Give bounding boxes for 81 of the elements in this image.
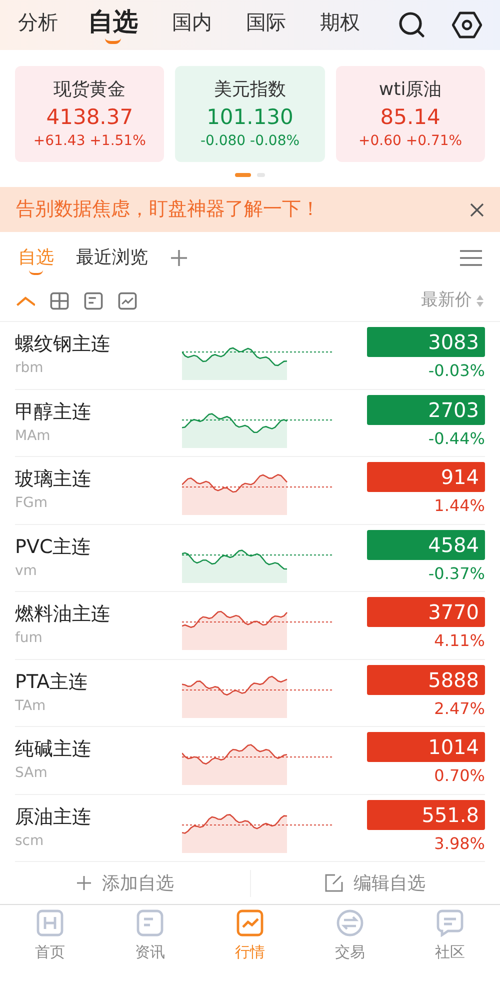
add-icon <box>76 875 92 891</box>
price-badge: 5888 <box>367 664 485 695</box>
card-price: 4138.37 <box>46 104 134 131</box>
contract-name: 原油主连 <box>15 804 92 830</box>
quote-row[interactable]: PTA主连 TAm 5888 2.47% <box>15 660 485 727</box>
banner-text: 告别数据焦虑，盯盘神器了解一下！ <box>16 197 321 222</box>
chart-icon <box>236 909 264 937</box>
edit-watchlist-button[interactable]: 编辑自选 <box>325 870 426 896</box>
card-price: 85.14 <box>380 104 440 131</box>
nav-tab[interactable]: 社区 <box>400 907 500 993</box>
contract-code: scm <box>15 832 45 851</box>
contract-code: MAm <box>15 426 52 446</box>
contract-name: 燃料油主连 <box>15 602 111 628</box>
contract-name: 纯碱主连 <box>15 737 92 762</box>
price-badge: 2703 <box>367 394 485 425</box>
sort-icon <box>476 294 484 308</box>
nav-tab[interactable]: 资讯 <box>100 907 200 993</box>
card-change: +61.43 +1.51% <box>33 132 146 150</box>
quote-card[interactable]: 美元指数 101.130 -0.080 -0.08% <box>175 66 325 162</box>
card-change: -0.080 -0.08% <box>200 132 300 150</box>
search-icon[interactable] <box>398 11 426 39</box>
quote-row[interactable]: 原油主连 scm 551.8 3.98% <box>15 794 485 862</box>
quote-card[interactable]: 现货黄金 4138.37 +61.43 +1.51% <box>15 66 164 162</box>
top-tab[interactable]: 期权 <box>320 0 360 50</box>
top-tab[interactable]: 分析 <box>18 0 58 50</box>
contract-code: vm <box>15 562 38 581</box>
change-percent: 2.47% <box>434 698 485 720</box>
top-tab[interactable]: 国际 <box>246 0 286 50</box>
contract-code: fum <box>15 629 44 648</box>
exchange-icon <box>336 909 364 937</box>
quote-row[interactable]: 螺纹钢主连 rbm 3083 -0.03% <box>15 322 485 390</box>
add-watchlist-button[interactable]: 添加自选 <box>76 870 174 896</box>
change-percent: 4.11% <box>434 630 485 652</box>
quote-row[interactable]: 玻璃主连 FGm 914 1.44% <box>15 457 485 524</box>
card-title: wti原油 <box>378 78 442 102</box>
top-tab[interactable]: 国内 <box>172 0 212 50</box>
news-icon <box>136 909 164 937</box>
contract-name: PTA主连 <box>15 670 89 695</box>
chat-icon <box>436 909 464 937</box>
top-tab[interactable]: 自选 <box>88 0 138 50</box>
price-badge: 4584 <box>367 530 485 560</box>
contract-name: 玻璃主连 <box>15 467 92 492</box>
nav-tab[interactable]: 首页 <box>0 907 100 993</box>
contract-code: SAm <box>15 764 48 784</box>
grid-view-icon[interactable] <box>50 292 69 310</box>
close-icon[interactable] <box>470 202 484 216</box>
quote-row[interactable]: 纯碱主连 SAm 1014 0.70% <box>15 727 485 794</box>
change-percent: -0.37% <box>428 562 485 585</box>
change-percent: 3.98% <box>434 832 485 855</box>
menu-icon[interactable] <box>460 249 482 267</box>
contract-name: 甲醇主连 <box>15 400 92 425</box>
card-change: +0.60 +0.71% <box>358 132 462 150</box>
price-badge: 914 <box>367 462 485 492</box>
quote-row[interactable]: 甲醇主连 MAm 2703 -0.44% <box>15 390 485 457</box>
home-icon <box>36 909 64 937</box>
price-badge: 551.8 <box>367 800 485 830</box>
contract-code: FGm <box>15 494 49 514</box>
change-percent: -0.03% <box>428 360 485 382</box>
chart-view-icon[interactable] <box>118 292 137 310</box>
nav-tab[interactable]: 交易 <box>300 907 400 993</box>
list-tab[interactable]: 最近浏览 <box>76 241 148 275</box>
contract-code: TAm <box>15 696 47 716</box>
card-price: 101.130 <box>206 104 294 131</box>
price-badge: 3083 <box>367 327 485 358</box>
contract-name: PVC主连 <box>15 534 92 560</box>
contract-name: 螺纹钢主连 <box>15 332 111 358</box>
news-view-icon[interactable] <box>84 292 103 310</box>
contract-code: rbm <box>15 359 44 378</box>
add-icon[interactable] <box>170 249 188 267</box>
edit-icon <box>325 874 344 892</box>
quote-row[interactable]: 燃料油主连 fum 3770 4.11% <box>15 592 485 660</box>
price-badge: 3770 <box>367 597 485 628</box>
change-percent: -0.44% <box>428 428 485 450</box>
change-percent: 1.44% <box>434 495 485 518</box>
settings-icon[interactable] <box>452 11 482 39</box>
card-title: 现货黄金 <box>54 78 126 102</box>
quote-row[interactable]: PVC主连 vm 4584 -0.37% <box>15 524 485 592</box>
price-badge: 1014 <box>367 732 485 762</box>
quote-card[interactable]: wti原油 85.14 +0.60 +0.71% <box>336 66 485 162</box>
card-title: 美元指数 <box>214 78 286 102</box>
change-percent: 0.70% <box>434 765 485 788</box>
